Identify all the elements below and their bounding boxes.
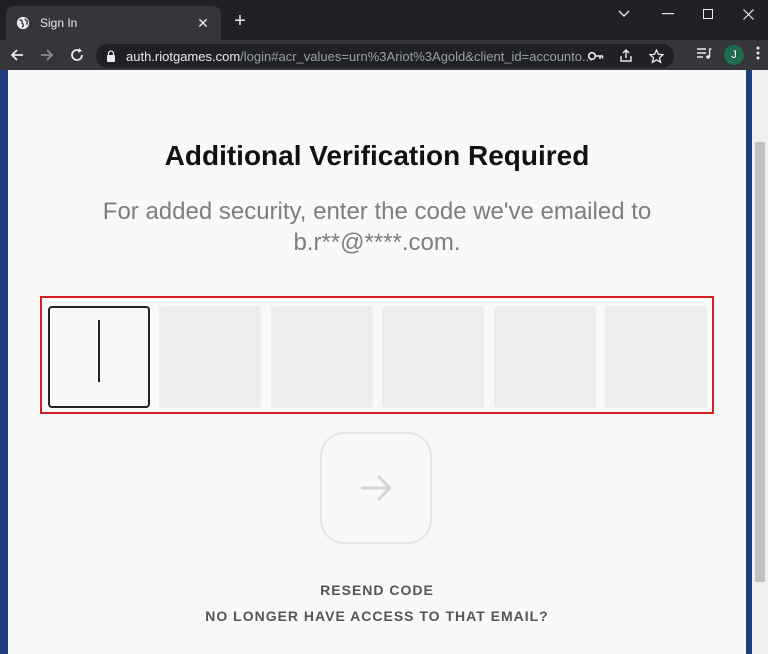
window-close-icon[interactable] xyxy=(728,0,768,28)
no-access-link[interactable]: NO LONGER HAVE ACCESS TO THAT EMAIL? xyxy=(8,608,746,624)
page-title: Additional Verification Required xyxy=(164,140,590,171)
new-tab-button[interactable]: + xyxy=(228,9,252,33)
lock-icon[interactable] xyxy=(106,50,116,62)
page-subtitle: For added security, enter the code we've… xyxy=(38,196,716,258)
close-tab-icon[interactable]: ✕ xyxy=(195,15,211,32)
arrow-right-icon xyxy=(361,474,393,502)
tab-title: Sign In xyxy=(40,16,78,30)
maximize-icon[interactable] xyxy=(688,0,728,28)
page-scrollbar[interactable] xyxy=(752,70,768,654)
globe-icon xyxy=(16,16,30,30)
address-bar[interactable]: auth.riotgames.com/login#acr_values=urn%… xyxy=(96,44,674,68)
code-digit-3[interactable] xyxy=(271,306,373,408)
url-path: /login#acr_values=urn%3Ariot%3Agold&clie… xyxy=(240,48,593,64)
tab-search-icon[interactable] xyxy=(604,0,644,28)
code-digit-6[interactable] xyxy=(605,306,707,408)
code-digit-1[interactable] xyxy=(48,306,150,408)
reload-icon[interactable] xyxy=(64,42,90,68)
code-input-group xyxy=(40,296,714,414)
masked-email: b.r**@****.com. xyxy=(293,229,461,256)
resend-code-link[interactable]: RESEND CODE xyxy=(8,582,746,598)
url-text: auth.riotgames.com/login#acr_values=urn%… xyxy=(126,49,596,64)
code-digit-5[interactable] xyxy=(494,306,596,408)
subtitle-line: For added security, enter the code we've… xyxy=(102,198,652,225)
verification-page: Additional Verification Required For add… xyxy=(8,70,746,654)
browser-titlebar: Sign In ✕ + xyxy=(0,0,768,40)
share-icon[interactable] xyxy=(616,46,636,66)
url-host: auth.riotgames.com xyxy=(126,48,241,64)
browser-toolbar: auth.riotgames.com/login#acr_values=urn%… xyxy=(0,40,768,70)
back-icon[interactable] xyxy=(4,42,30,68)
browser-tab[interactable]: Sign In ✕ xyxy=(6,6,221,40)
code-digit-4[interactable] xyxy=(382,306,484,408)
media-queue-icon[interactable] xyxy=(696,46,712,64)
minimize-icon[interactable] xyxy=(648,0,688,28)
submit-button[interactable] xyxy=(320,432,432,544)
code-digit-2[interactable] xyxy=(159,306,261,408)
bookmark-star-icon[interactable] xyxy=(646,46,666,66)
text-caret xyxy=(98,320,100,382)
more-menu-icon[interactable] xyxy=(756,46,760,65)
key-icon[interactable] xyxy=(586,46,606,66)
forward-icon[interactable] xyxy=(34,42,60,68)
profile-avatar[interactable]: J xyxy=(724,45,744,65)
scrollbar-thumb[interactable] xyxy=(755,142,765,582)
